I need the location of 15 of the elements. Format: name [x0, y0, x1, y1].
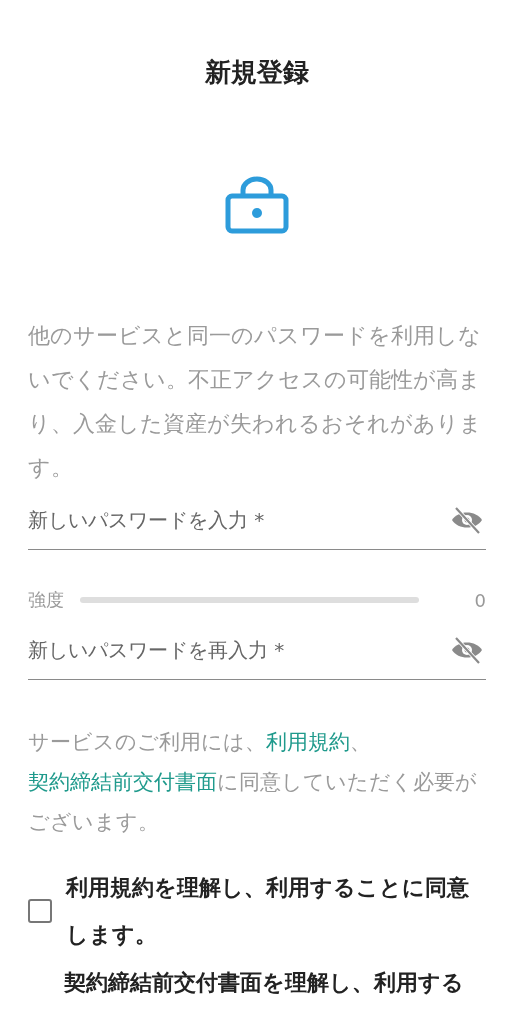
- agreement-label: 利用規約を理解し、利用することに同意します。: [66, 874, 470, 949]
- password-field[interactable]: 新しいパスワードを入力 *: [28, 490, 486, 550]
- terms-link[interactable]: 契約締結前交付書面: [28, 770, 217, 794]
- eye-slash-icon[interactable]: [450, 505, 484, 535]
- eye-slash-icon[interactable]: [450, 635, 484, 665]
- padlock-icon: [225, 176, 289, 234]
- warning-text: 他のサービスと同一のパスワードを利用しないでください。不正アクセスの可能性が高まり、入金した資産が失われるおそれがあります。: [28, 322, 483, 482]
- page-title: 新規登録: [204, 56, 310, 89]
- confirm-password-field[interactable]: 新しいパスワードを再入力 *: [28, 620, 486, 680]
- strength-label: 強度: [28, 588, 64, 612]
- terms-link[interactable]: 利用規約: [266, 730, 350, 754]
- strength-value: 0: [474, 589, 486, 611]
- agree-checkbox[interactable]: [28, 899, 52, 923]
- agreement-label: 契約締結前交付書面を理解し、利用する: [64, 969, 465, 997]
- terms-notice: サービスのご利用には、利用規約、 契約締結前交付書面に同意していただく必要がございます。: [28, 729, 478, 836]
